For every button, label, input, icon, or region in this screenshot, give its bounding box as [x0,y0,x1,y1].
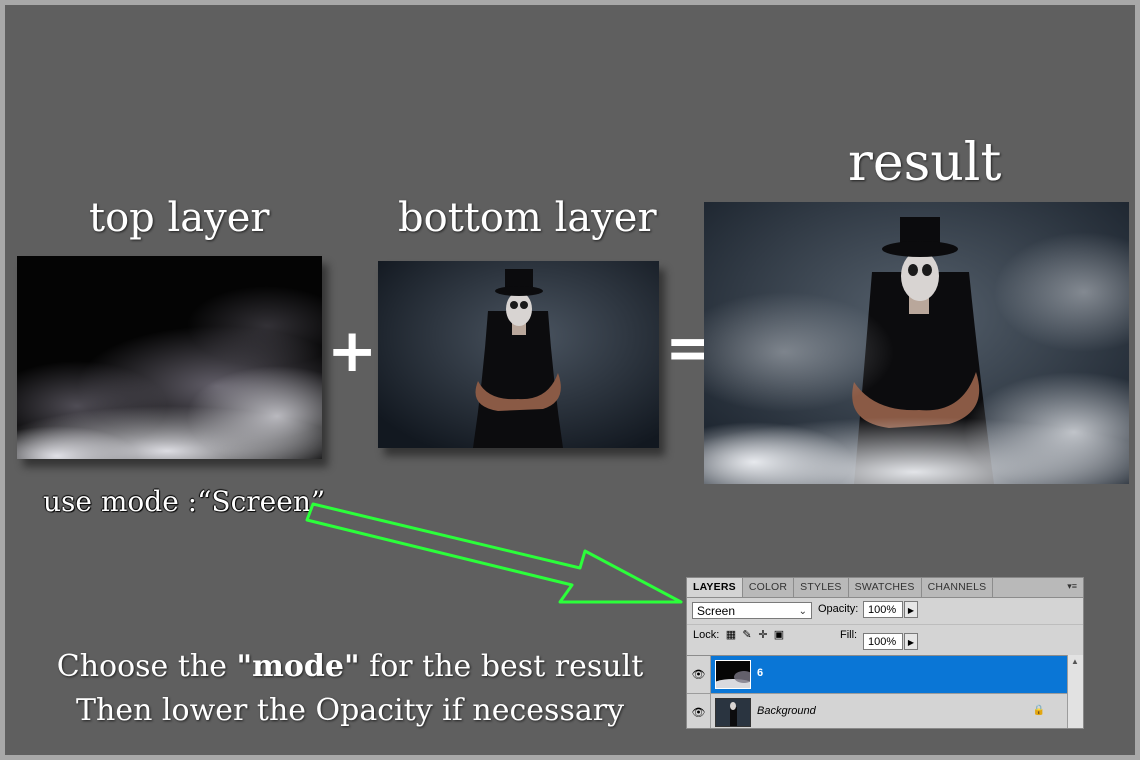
opacity-stepper-arrow-icon[interactable]: ▶ [904,601,918,618]
layers-scrollbar[interactable]: ▲ [1067,655,1083,728]
tutorial-canvas: top layer bottom layer result + = use mo… [5,5,1135,755]
fill-input[interactable]: 100% [863,633,903,650]
layer-content[interactable]: 6 [711,656,1067,693]
plus-operator: + [327,316,378,386]
layer-name: Background [757,705,816,717]
result-image [704,202,1129,484]
chevron-down-icon: ⌄ [798,606,807,617]
fill-label: Fill: [840,629,858,641]
layer-list: 👁 6 👁 Background 🔒 [687,655,1083,728]
instruction-line-1: Choose the "mode" for the best result [45,645,655,689]
top-layer-heading: top layer [89,195,270,241]
layer-thumbnail [715,660,751,689]
blend-mode-select[interactable]: Screen ⌄ [692,602,812,619]
blend-mode-hint: use mode :“Screen” [43,485,326,518]
blend-row: Screen ⌄ Opacity: 100% ▶ [687,598,1083,624]
eye-icon[interactable]: 👁 [687,694,711,728]
tab-channels[interactable]: CHANNELS [922,578,994,597]
lock-position-move-icon[interactable]: ✛ [757,628,769,641]
panel-menu-icon[interactable]: ▾≡ [1067,581,1077,592]
instruction-line-2: Then lower the Opacity if necessary [75,693,625,728]
bottom-layer-image [378,261,659,448]
lock-icon: 🔒 [1032,705,1045,716]
tab-color[interactable]: COLOR [743,578,795,597]
instruction-suffix: for the best result [359,649,644,684]
lock-image-brush-icon[interactable]: ✎ [741,628,753,641]
panel-tabs: LAYERS COLOR STYLES SWATCHES CHANNELS ▾≡ [687,578,1083,598]
tab-styles[interactable]: STYLES [794,578,849,597]
lock-label: Lock: [693,629,720,641]
layers-panel: LAYERS COLOR STYLES SWATCHES CHANNELS ▾≡… [686,577,1084,729]
result-heading: result [848,133,1002,193]
bottom-layer-heading: bottom layer [398,195,657,241]
tab-swatches[interactable]: SWATCHES [849,578,922,597]
fill-stepper-arrow-icon[interactable]: ▶ [904,633,918,650]
tab-layers[interactable]: LAYERS [687,578,743,597]
scroll-up-icon[interactable]: ▲ [1071,657,1079,666]
layer-thumbnail [715,698,751,727]
eye-icon[interactable]: 👁 [687,656,711,693]
blend-mode-value: Screen [697,604,736,618]
layer-content[interactable]: Background 🔒 [711,694,1067,728]
lock-transparent-icon[interactable]: ▦ [725,628,737,641]
layer-row-6[interactable]: 👁 6 [687,656,1067,694]
instructions: Choose the "mode" for the best result Th… [45,645,655,733]
lock-options: ▦ ✎ ✛ ▣ [725,628,785,641]
opacity-input[interactable]: 100% [863,601,903,618]
instruction-prefix: Choose the [56,649,237,684]
opacity-label: Opacity: [818,603,859,615]
layer-row-background[interactable]: 👁 Background 🔒 [687,694,1067,728]
layer-name: 6 [757,667,764,679]
instruction-mode-word: "mode" [236,649,360,684]
top-layer-image [17,256,322,459]
lock-all-icon[interactable]: ▣ [773,628,785,641]
